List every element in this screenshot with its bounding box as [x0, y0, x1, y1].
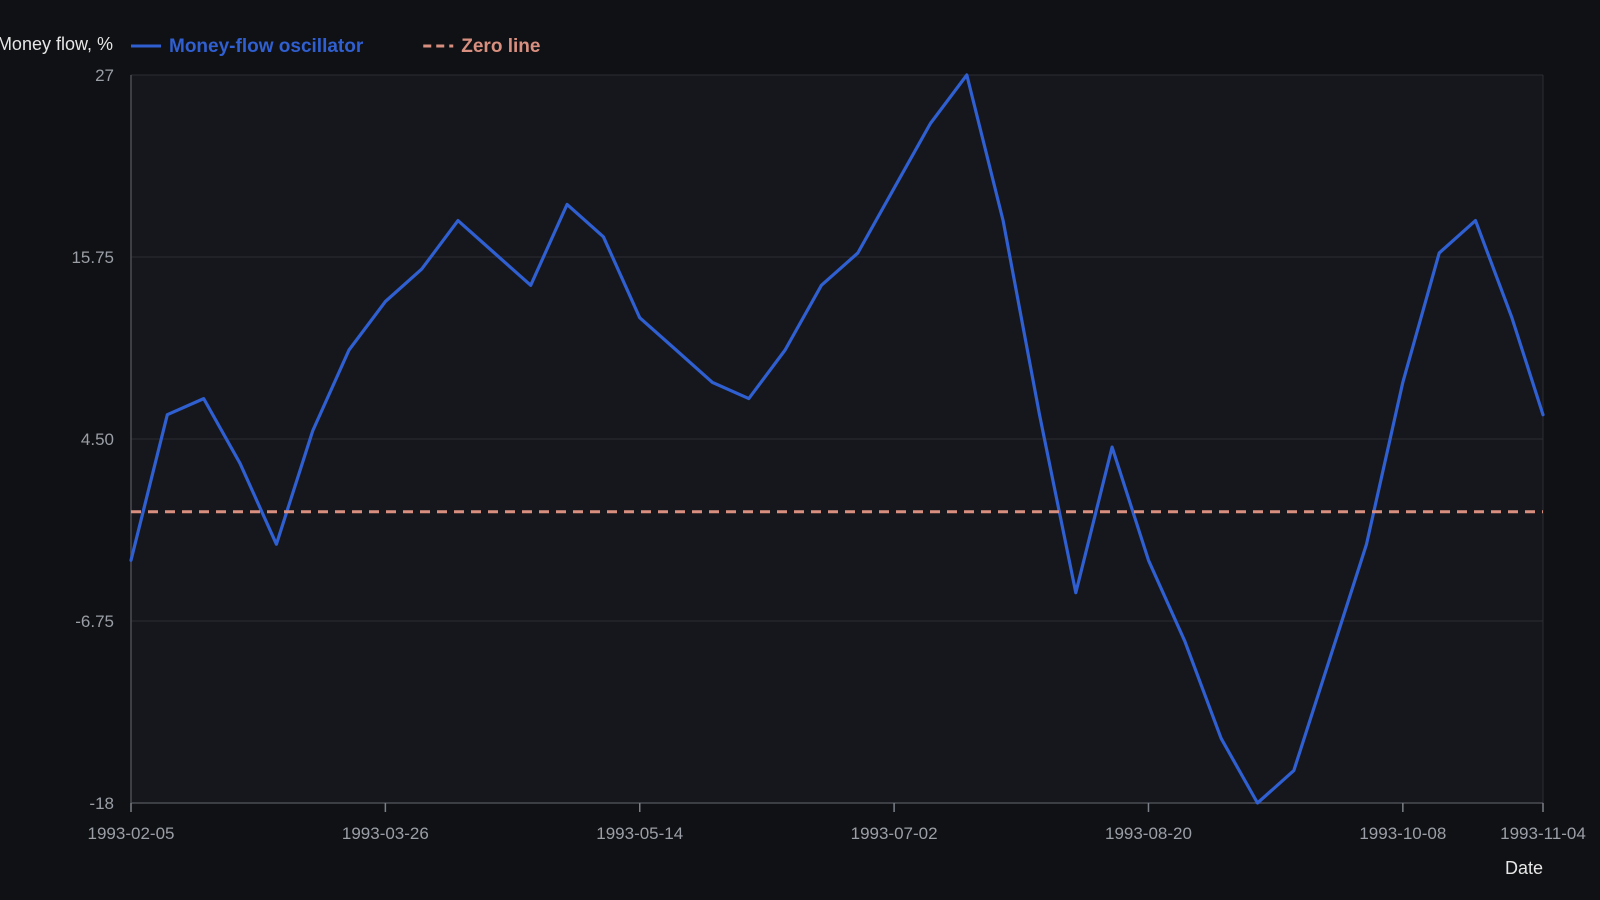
x-tick-label: 1993-07-02 — [851, 824, 938, 843]
x-tick-label: 1993-02-05 — [88, 824, 175, 843]
y-axis-label: Money flow, % — [0, 34, 113, 54]
legend: Money-flow oscillator Zero line — [131, 36, 540, 57]
legend-entry-label: Zero line — [461, 36, 540, 57]
x-tick-label: 1993-10-08 — [1359, 824, 1446, 843]
x-tick-label: 1993-08-20 — [1105, 824, 1192, 843]
legend-entry-label: Money-flow oscillator — [169, 36, 364, 57]
y-tick-label: 27 — [95, 66, 114, 85]
y-tick-label: -18 — [89, 794, 114, 813]
x-tick-label: 1993-03-26 — [342, 824, 429, 843]
x-tick-label: 1993-05-14 — [596, 824, 683, 843]
y-tick-label: -6.75 — [75, 612, 114, 631]
y-tick-label: 15.75 — [71, 248, 114, 267]
x-axis-label: Date — [1505, 858, 1543, 878]
y-tick-label: 4.50 — [81, 430, 114, 449]
x-tick-label: 1993-11-04 — [1500, 824, 1586, 843]
chart-container: 27 15.75 4.50 -6.75 -18 1993-02-05 1993-03-26 1… — [0, 0, 1600, 900]
line-chart: 27 15.75 4.50 -6.75 -18 1993-02-05 1993-03-26 1… — [0, 34, 1586, 878]
